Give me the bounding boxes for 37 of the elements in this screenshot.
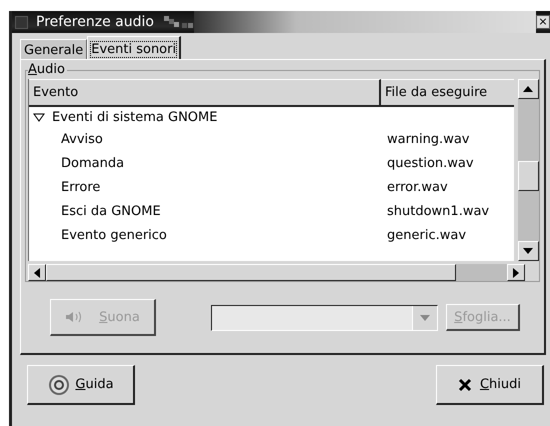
table-cell: warning.wav [387, 132, 470, 146]
table-cell: error.wav [387, 180, 448, 194]
close-icon [458, 378, 472, 392]
table-cell: Errore [61, 180, 100, 194]
scroll-thumb[interactable] [46, 264, 456, 281]
table-cell: shutdown1.wav [387, 204, 490, 218]
up-arrow-icon [523, 86, 534, 92]
title-pattern-icon [164, 16, 194, 28]
column-header[interactable]: File da eseguire [381, 79, 514, 105]
scroll-right-button[interactable] [507, 264, 525, 281]
scroll-up-button[interactable] [518, 79, 539, 99]
scroll-thumb[interactable] [518, 161, 539, 191]
vertical-scrollbar[interactable] [518, 79, 539, 261]
table-cell: Esci da GNOME [61, 204, 161, 218]
column-header[interactable]: Evento [29, 79, 381, 105]
help-button[interactable]: Guida [27, 365, 135, 405]
scroll-left-button[interactable] [28, 264, 46, 281]
horizontal-scrollbar[interactable] [28, 264, 525, 281]
scroll-down-button[interactable] [518, 241, 539, 261]
group-label: Audio [28, 62, 67, 78]
lifebuoy-icon [47, 372, 72, 396]
table-cell: question.wav [387, 156, 474, 170]
collapse-arrow-icon[interactable] [33, 112, 45, 122]
table-cell: Domanda [61, 156, 124, 170]
window-title: Preferenze audio [36, 14, 154, 30]
tab[interactable]: Generale [20, 39, 88, 59]
down-arrow-icon [420, 314, 430, 320]
tab[interactable]: Eventi sonori [87, 36, 182, 59]
down-arrow-icon [523, 248, 534, 254]
close-button[interactable]: × [536, 15, 550, 29]
table-cell: generic.wav [387, 228, 466, 242]
table-cell: Evento generico [61, 228, 167, 242]
left-arrow-icon [34, 268, 40, 278]
close-button[interactable]: Chiudi [436, 365, 544, 405]
table-cell: Eventi di sistema GNOME [52, 110, 218, 124]
right-arrow-icon [513, 268, 519, 278]
table-cell: Avviso [61, 132, 103, 146]
